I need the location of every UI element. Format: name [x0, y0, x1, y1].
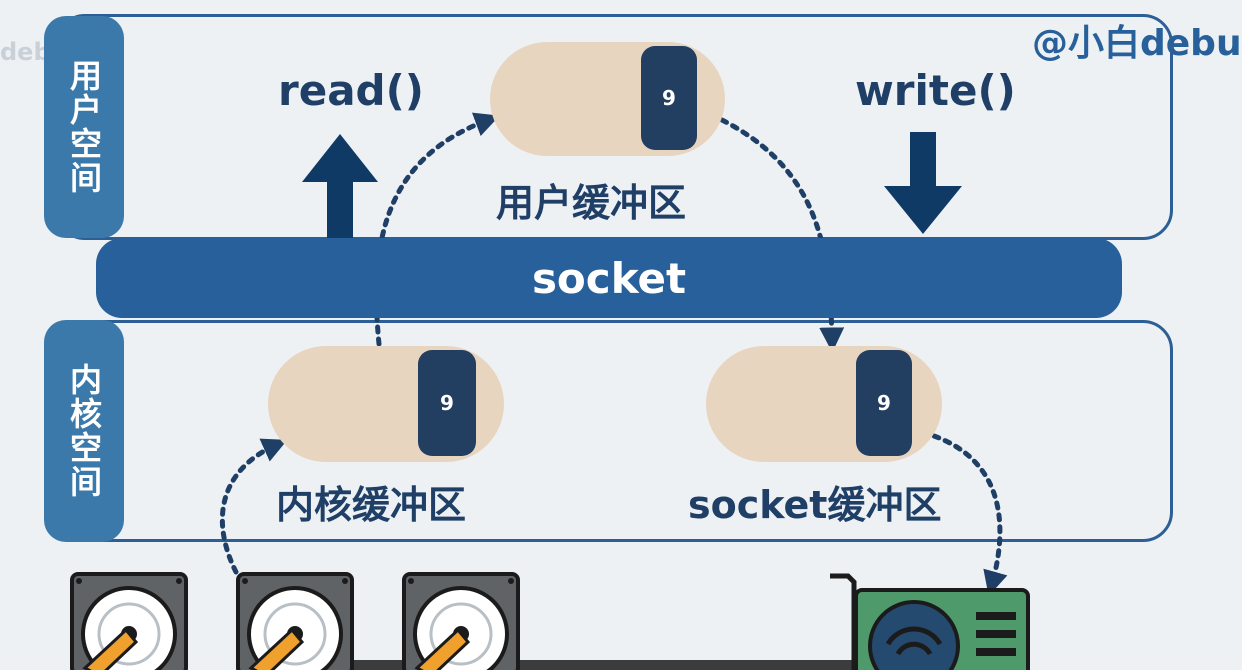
socket-buffer-badge: 9: [856, 350, 912, 456]
user-buffer-badge: 9: [641, 46, 697, 150]
kernel-buffer-label: 内核缓冲区: [276, 483, 467, 527]
user-buffer-label: 用户缓冲区: [496, 181, 687, 225]
socket-buffer-label: socket缓冲区: [688, 483, 942, 527]
socket-bar: socket: [96, 238, 1122, 318]
hard-disk-icon: [402, 572, 520, 670]
hard-disk-icon: [236, 572, 354, 670]
disk-to-kernel-flow: [219, 438, 288, 575]
network-card-icon: [830, 573, 1030, 670]
socket-bar-label: socket: [531, 253, 687, 303]
kernel-buffer-badge: 9: [418, 350, 476, 456]
read-up-arrow: [302, 134, 378, 238]
socket-to-network-flow: [931, 433, 1008, 597]
write-down-arrow: [884, 132, 962, 234]
hard-disk-icon: [70, 572, 188, 670]
